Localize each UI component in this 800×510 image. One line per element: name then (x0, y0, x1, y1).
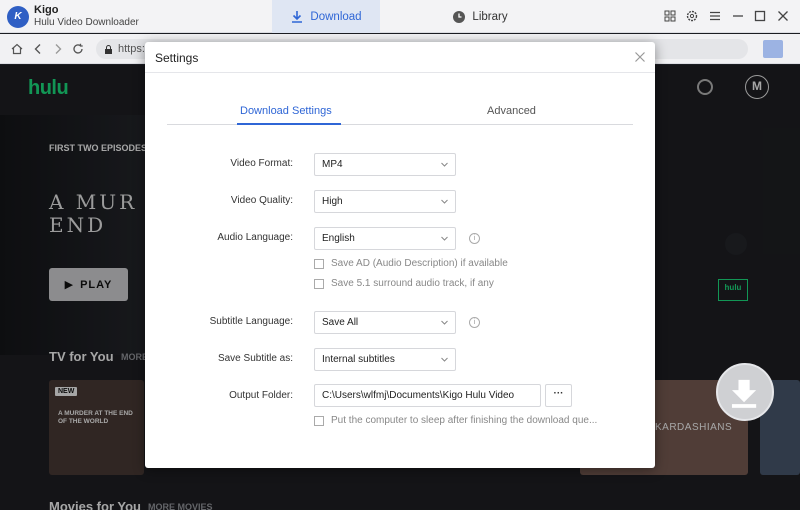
save-ad-checkbox[interactable] (314, 259, 324, 269)
chevron-down-icon (441, 236, 448, 241)
chevron-down-icon (441, 357, 448, 362)
browse-button[interactable]: ··· (545, 384, 572, 407)
tab-library-label: Library (472, 10, 508, 23)
audio-language-select[interactable]: English (314, 227, 456, 250)
tab-download-label: Download (310, 10, 362, 23)
close-icon[interactable] (634, 51, 646, 63)
chevron-down-icon (441, 320, 448, 325)
home-icon[interactable] (10, 42, 24, 56)
info-icon[interactable]: i (469, 317, 480, 328)
forward-icon[interactable] (51, 42, 65, 56)
save-51-checkbox[interactable] (314, 279, 324, 289)
clock-icon (453, 10, 466, 23)
subtitle-language-value: Save All (322, 317, 359, 328)
gear-icon[interactable] (685, 9, 699, 23)
audio-language-value: English (322, 233, 355, 244)
chevron-down-icon (441, 199, 448, 204)
chevron-down-icon (441, 162, 448, 167)
maximize-icon[interactable] (753, 9, 767, 23)
tab-download[interactable]: Download (272, 0, 380, 33)
save-subtitle-value: Internal subtitles (322, 354, 395, 365)
tab-library[interactable]: Library (430, 0, 530, 33)
audio-language-label: Audio Language: (217, 232, 293, 243)
close-icon[interactable] (776, 9, 790, 23)
tab-download-settings[interactable]: Download Settings (240, 105, 332, 117)
video-quality-select[interactable]: High (314, 190, 456, 213)
video-quality-value: High (322, 196, 343, 207)
divider (145, 72, 655, 73)
video-format-value: MP4 (322, 159, 343, 170)
download-fab-button[interactable] (716, 363, 774, 421)
tab-advanced[interactable]: Advanced (487, 105, 536, 117)
settings-dialog: Settings Download Settings Advanced Vide… (145, 42, 655, 468)
title-bar: K Kigo Hulu Video Downloader Download Li… (0, 0, 800, 33)
dialog-title: Settings (155, 51, 199, 65)
app-subtitle: Hulu Video Downloader (34, 17, 139, 28)
tab-active-indicator (237, 123, 341, 125)
minimize-icon[interactable] (731, 9, 745, 23)
app-name: Kigo (34, 4, 59, 16)
sleep-label: Put the computer to sleep after finishin… (331, 415, 598, 426)
video-quality-label: Video Quality: (230, 195, 293, 206)
save-subtitle-select[interactable]: Internal subtitles (314, 348, 456, 371)
subtitle-language-select[interactable]: Save All (314, 311, 456, 334)
save-ad-label: Save AD (Audio Description) if available (331, 258, 508, 269)
output-folder-input[interactable]: C:\Users\wlfmj\Documents\Kigo Hulu Video (314, 384, 541, 407)
back-icon[interactable] (31, 42, 45, 56)
download-icon (292, 10, 303, 23)
lock-icon (105, 45, 112, 54)
subtitle-language-label: Subtitle Language: (209, 316, 293, 327)
output-folder-label: Output Folder: (229, 390, 293, 401)
download-arrow-icon (731, 379, 757, 408)
reload-icon[interactable] (71, 42, 85, 56)
video-format-label: Video Format: (230, 158, 293, 169)
menu-icon[interactable] (708, 9, 722, 23)
apps-grid-icon[interactable] (663, 9, 677, 23)
video-format-select[interactable]: MP4 (314, 153, 456, 176)
info-icon[interactable]: i (469, 233, 480, 244)
save-51-label: Save 5.1 surround audio track, if any (331, 278, 494, 289)
download-extension-icon[interactable] (763, 40, 783, 58)
save-subtitle-label: Save Subtitle as: (217, 353, 293, 364)
sleep-checkbox[interactable] (314, 416, 324, 426)
app-logo-icon: K (7, 6, 29, 28)
